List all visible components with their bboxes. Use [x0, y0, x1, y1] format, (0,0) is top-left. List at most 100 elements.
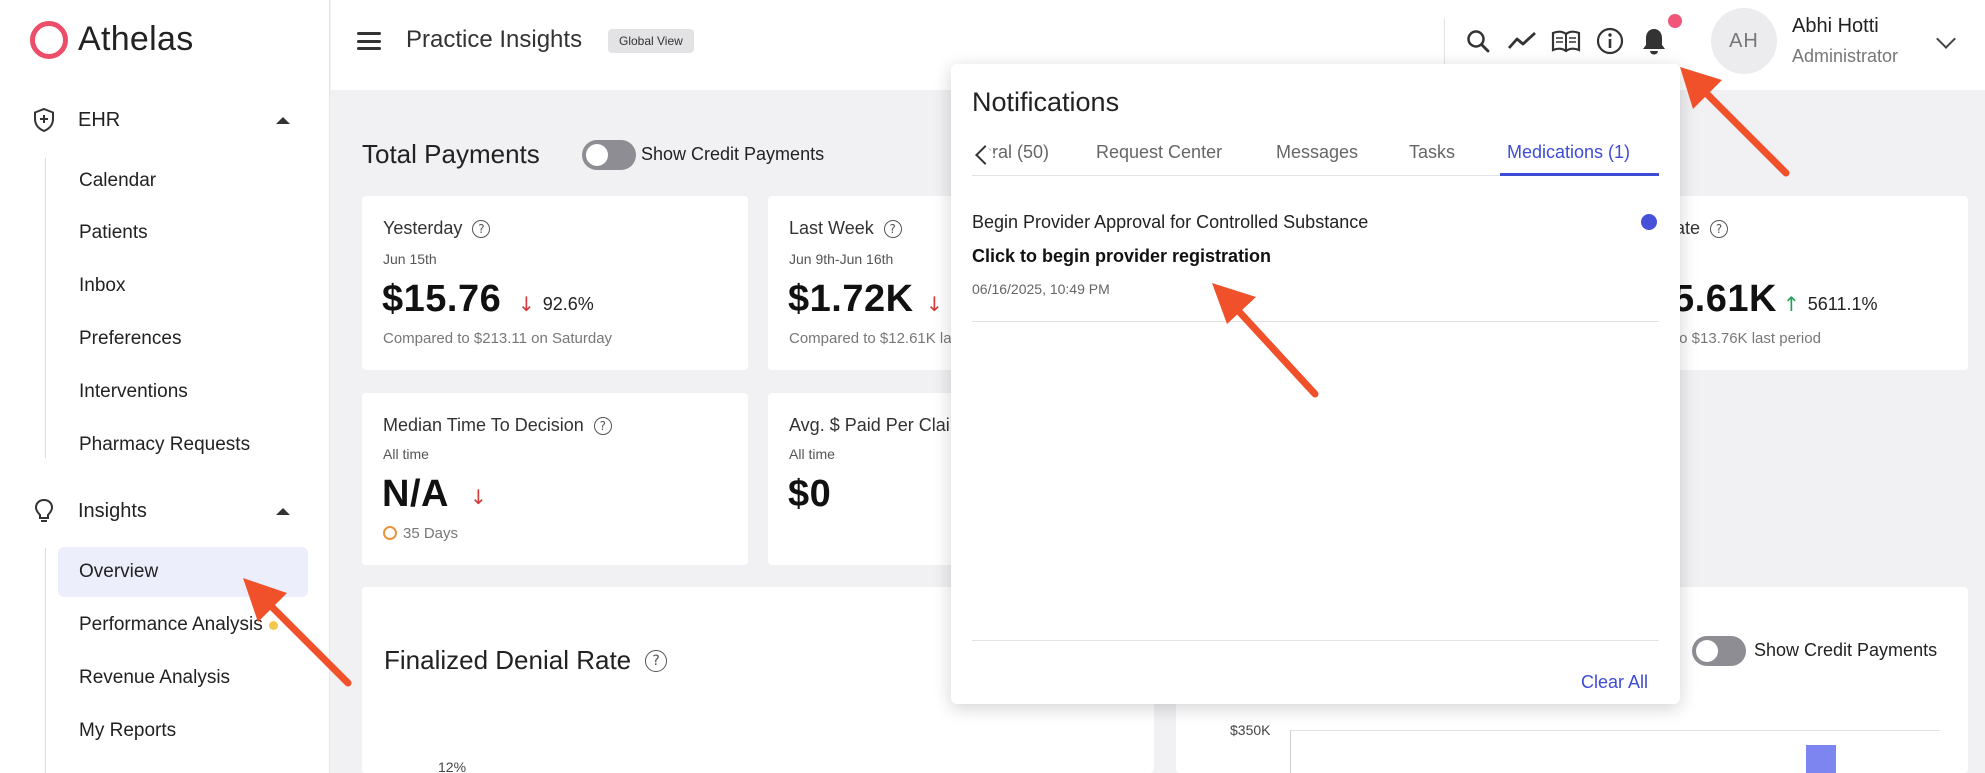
card-date: Jun 15th: [383, 251, 437, 267]
sidebar-item-pharmacy-requests[interactable]: Pharmacy Requests: [58, 420, 308, 470]
sidebar-item-preferences[interactable]: Preferences: [58, 314, 308, 364]
sidebar-item-performance-analysis[interactable]: Performance Analysis: [58, 600, 308, 650]
active-tab-indicator: [1500, 173, 1659, 176]
sidebar-section-insights[interactable]: Insights: [30, 491, 300, 531]
stat-card-yesterday: Yesterday ? Jun 15th $15.76 ↓ 92.6% Comp…: [362, 196, 748, 370]
notifications-popover: Notifications neral (50) Request Center …: [951, 64, 1680, 704]
app-name: Athelas: [78, 20, 194, 58]
sidebar-item-label: Performance Analysis: [79, 614, 263, 635]
sidebar-item-revenue-analysis[interactable]: Revenue Analysis: [58, 653, 308, 703]
view-badge: Global View: [608, 29, 694, 53]
footer-text: 35 Days: [403, 525, 459, 542]
denial-rate-title: Finalized Denial Rate: [384, 645, 632, 675]
arrow-down-icon: ↓: [470, 485, 487, 509]
help-icon[interactable]: ?: [883, 219, 902, 238]
card-comparison: to $13.76K last period: [1675, 330, 1821, 347]
card-value: $15.76: [382, 278, 502, 320]
toggle-label: Show Credit Payments: [1754, 640, 1938, 660]
tab-medications[interactable]: Medications (1): [1507, 142, 1630, 163]
credit-payments-toggle[interactable]: [582, 140, 636, 170]
lightbulb-icon: [30, 497, 58, 525]
card-date: Jun 9th-Jun 16th: [789, 251, 894, 267]
help-icon[interactable]: ?: [645, 649, 668, 672]
sidebar-item-inbox[interactable]: Inbox: [58, 261, 308, 311]
sidebar: Athelas EHR Calendar Patients Inbox Pref…: [0, 0, 330, 773]
notifications-title: Notifications: [972, 87, 1120, 117]
notification-title: Begin Provider Approval for Controlled S…: [972, 212, 1369, 232]
unread-dot: [1641, 214, 1657, 230]
y-axis-tick: 12%: [438, 759, 467, 773]
card-delta: ↑ 5611.1%: [1783, 292, 1878, 316]
trend-icon[interactable]: [1505, 24, 1539, 58]
grid-line: [1290, 730, 1940, 731]
clear-all-button[interactable]: Clear All: [1581, 672, 1648, 693]
sidebar-item-interventions[interactable]: Interventions: [58, 367, 308, 417]
sidebar-item-overview[interactable]: Overview: [58, 547, 308, 597]
stat-card-median-time: Median Time To Decision ? All time N/A ↓…: [362, 393, 748, 565]
status-dot: [268, 620, 278, 630]
total-payments-title: Total Payments: [362, 139, 540, 169]
card-comparison: Compared to $213.11 on Saturday: [383, 330, 613, 347]
arrow-up-icon: ↑: [1783, 292, 1800, 316]
card-value: 5.61K: [1673, 278, 1777, 320]
avatar[interactable]: AH: [1711, 8, 1777, 74]
bell-icon[interactable]: [1637, 24, 1671, 58]
page-title: Practice Insights: [406, 26, 583, 53]
card-title: Median Time To Decision ?: [383, 415, 612, 436]
card-delta: ↓: [926, 292, 943, 316]
tab-tasks[interactable]: Tasks: [1409, 142, 1455, 163]
card-title-text: Avg. $ Paid Per Clai: [789, 415, 950, 435]
help-icon[interactable]: ?: [472, 219, 491, 238]
arrow-down-icon: ↓: [518, 292, 535, 316]
card-header: Finalized Denial Rate ?: [384, 645, 668, 676]
tab-messages[interactable]: Messages: [1276, 142, 1358, 163]
sidebar-section-ehr[interactable]: EHR: [30, 100, 300, 140]
logo-mark: [30, 20, 68, 59]
credit-payments-toggle[interactable]: [1692, 636, 1746, 666]
stat-card-period: ate ? 5.61K ↑ 5611.1% to $13.76K last pe…: [1645, 196, 1968, 370]
sidebar-item-patients[interactable]: Patients: [58, 208, 308, 258]
notification-badge: [1668, 14, 1682, 28]
info-icon[interactable]: [1593, 24, 1627, 58]
notification-tabs: neral (50) Request Center Messages Tasks…: [972, 136, 1659, 176]
card-title: Yesterday ?: [383, 218, 491, 239]
card-value: N/A: [382, 473, 449, 515]
sidebar-item-calendar[interactable]: Calendar: [58, 156, 308, 206]
clock-icon: [383, 526, 397, 540]
chart-bar[interactable]: [1806, 745, 1836, 773]
card-title-text: Yesterday: [383, 218, 463, 238]
section-label: EHR: [78, 108, 121, 131]
toggle-label: Show Credit Payments: [641, 144, 825, 164]
card-title: ate ?: [1675, 218, 1729, 239]
card-comparison: Compared to $12.61K la: [789, 330, 952, 347]
notification-message[interactable]: Click to begin provider registration: [972, 246, 1271, 267]
nav-rail: [45, 158, 46, 458]
card-title-text: Median Time To Decision: [383, 415, 584, 435]
card-value: $1.72K: [788, 278, 914, 320]
tab-request-center[interactable]: Request Center: [1096, 142, 1222, 163]
divider: [972, 321, 1659, 322]
sidebar-item-my-reports[interactable]: My Reports: [58, 706, 308, 756]
chevron-down-icon[interactable]: [1936, 29, 1956, 49]
card-value: $0: [788, 473, 832, 515]
user-name[interactable]: Abhi Hotti: [1792, 15, 1879, 38]
card-delta: ↓ 92.6%: [518, 292, 594, 316]
card-title-text: Last Week: [789, 218, 874, 238]
card-title: Avg. $ Paid Per Clai: [789, 415, 950, 436]
help-icon[interactable]: ?: [1710, 219, 1729, 238]
chevron-up-icon: [276, 116, 290, 124]
nav-rail: [45, 548, 46, 773]
delta-value: 92.6%: [542, 293, 594, 314]
help-icon[interactable]: ?: [593, 416, 612, 435]
user-role: Administrator: [1792, 46, 1899, 66]
book-icon[interactable]: [1549, 24, 1583, 58]
chevron-up-icon: [276, 507, 290, 515]
divider: [972, 640, 1659, 641]
arrow-down-icon: ↓: [926, 292, 943, 316]
card-date: All time: [383, 446, 429, 462]
logo[interactable]: Athelas: [30, 20, 194, 59]
search-icon[interactable]: [1461, 24, 1495, 58]
menu-icon[interactable]: [357, 32, 381, 50]
shield-plus-icon: [30, 106, 58, 134]
section-label: Insights: [78, 499, 147, 522]
